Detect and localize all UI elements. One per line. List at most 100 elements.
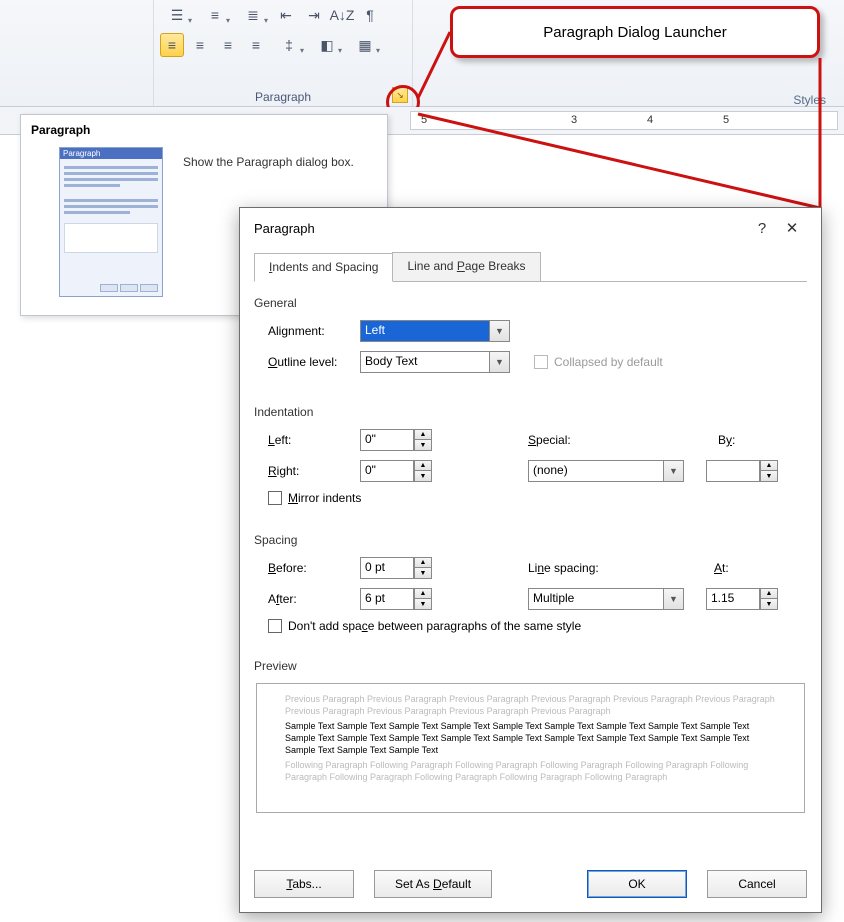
- indent-right-spinner[interactable]: 0" ▲▼: [360, 460, 432, 482]
- line-spacing-icon[interactable]: ‡: [272, 33, 306, 57]
- spin-down-icon[interactable]: ▼: [414, 440, 432, 451]
- after-value[interactable]: 6 pt: [360, 588, 414, 610]
- alignment-label: Alignment:: [268, 324, 360, 338]
- dialog-footer: Tabs... Set As Default OK Cancel: [254, 870, 807, 898]
- dialog-titlebar[interactable]: Paragraph ? ✕: [240, 208, 821, 248]
- indent-left-label: Left:: [268, 433, 360, 447]
- before-value[interactable]: 0 pt: [360, 557, 414, 579]
- tooltip-title: Paragraph: [31, 123, 377, 137]
- section-general: General: [254, 296, 807, 310]
- bullets-icon[interactable]: ☰: [160, 3, 194, 27]
- chevron-down-icon[interactable]: ▼: [664, 460, 684, 482]
- outline-combo[interactable]: Body Text ▼: [360, 351, 510, 373]
- help-button[interactable]: ?: [747, 220, 777, 237]
- multilevel-list-icon[interactable]: ≣: [236, 3, 270, 27]
- tooltip-description: Show the Paragraph dialog box.: [183, 155, 377, 169]
- special-value: (none): [528, 460, 664, 482]
- preview-follow-para: Following Paragraph Following Paragraph …: [285, 760, 776, 783]
- indent-left-spinner[interactable]: 0" ▲▼: [360, 429, 432, 451]
- spin-up-icon[interactable]: ▲: [414, 460, 432, 471]
- spin-up-icon[interactable]: ▲: [760, 460, 778, 471]
- ruler-scale[interactable]: 5 3 4 5: [410, 111, 838, 130]
- section-preview: Preview: [254, 659, 807, 673]
- increase-indent-icon[interactable]: ⇥: [302, 3, 326, 27]
- paragraph-dialog: Paragraph ? ✕ Indents and Spacing Line a…: [239, 207, 822, 913]
- borders-icon[interactable]: ▦: [348, 33, 382, 57]
- align-right-icon[interactable]: ≡: [216, 33, 240, 57]
- collapsed-label: Collapsed by default: [554, 355, 663, 369]
- tab-indents-spacing[interactable]: Indents and Spacing: [254, 253, 393, 282]
- show-marks-icon[interactable]: ¶: [358, 3, 382, 27]
- after-label: After:: [268, 592, 360, 606]
- ruler-mark: 5: [723, 114, 729, 126]
- mirror-indents-label: Mirror indents: [288, 491, 361, 505]
- line-spacing-value: Multiple: [528, 588, 664, 610]
- at-label: At:: [714, 561, 744, 575]
- decrease-indent-icon[interactable]: ⇤: [274, 3, 298, 27]
- chevron-down-icon[interactable]: ▼: [664, 588, 684, 610]
- set-default-button[interactable]: Set As Default: [374, 870, 492, 898]
- preview-sample: Sample Text Sample Text Sample Text Samp…: [285, 721, 776, 756]
- tooltip-preview-thumb: Paragraph: [59, 147, 163, 297]
- by-value[interactable]: [706, 460, 760, 482]
- justify-icon[interactable]: ≡: [244, 33, 268, 57]
- special-label: Special:: [528, 433, 588, 447]
- paragraph-dialog-launcher[interactable]: ↘: [392, 87, 408, 103]
- ruler-mark: 4: [647, 114, 653, 126]
- before-label: Before:: [268, 561, 360, 575]
- dialog-tabs: Indents and Spacing Line and Page Breaks: [254, 252, 807, 282]
- at-value[interactable]: 1.15: [706, 588, 760, 610]
- ruler-mark: 5: [421, 114, 427, 126]
- preview-prev-para: Previous Paragraph Previous Paragraph Pr…: [285, 694, 776, 717]
- section-indentation: Indentation: [254, 405, 807, 419]
- spin-up-icon[interactable]: ▲: [414, 429, 432, 440]
- align-left-icon[interactable]: ≡: [160, 33, 184, 57]
- callout-text: Paragraph Dialog Launcher: [543, 24, 726, 41]
- spin-down-icon[interactable]: ▼: [414, 471, 432, 482]
- align-center-icon[interactable]: ≡: [188, 33, 212, 57]
- after-spinner[interactable]: 6 pt ▲▼: [360, 588, 432, 610]
- preview-box: Previous Paragraph Previous Paragraph Pr…: [256, 683, 805, 813]
- no-space-label: Don't add space between paragraphs of th…: [288, 619, 581, 633]
- indent-right-value[interactable]: 0": [360, 460, 414, 482]
- alignment-value: Left: [360, 320, 490, 342]
- alignment-combo[interactable]: Left ▼: [360, 320, 510, 342]
- by-label: By:: [718, 433, 748, 447]
- cancel-button[interactable]: Cancel: [707, 870, 807, 898]
- tab-line-page-breaks[interactable]: Line and Page Breaks: [392, 252, 540, 281]
- spin-up-icon[interactable]: ▲: [760, 588, 778, 599]
- chevron-down-icon[interactable]: ▼: [490, 351, 510, 373]
- by-spinner[interactable]: ▲▼: [706, 460, 778, 482]
- spin-up-icon[interactable]: ▲: [414, 557, 432, 568]
- close-button[interactable]: ✕: [777, 219, 807, 237]
- indent-left-value[interactable]: 0": [360, 429, 414, 451]
- special-combo[interactable]: (none) ▼: [528, 460, 684, 482]
- numbering-icon[interactable]: ≡: [198, 3, 232, 27]
- spin-down-icon[interactable]: ▼: [414, 568, 432, 579]
- ruler-mark: 3: [571, 114, 577, 126]
- before-spinner[interactable]: 0 pt ▲▼: [360, 557, 432, 579]
- mirror-indents-checkbox[interactable]: [268, 491, 282, 505]
- outline-value: Body Text: [360, 351, 490, 373]
- spin-down-icon[interactable]: ▼: [760, 471, 778, 482]
- spin-down-icon[interactable]: ▼: [414, 599, 432, 610]
- at-spinner[interactable]: 1.15 ▲▼: [706, 588, 778, 610]
- spin-up-icon[interactable]: ▲: [414, 588, 432, 599]
- line-spacing-label: Line spacing:: [528, 561, 638, 575]
- spin-down-icon[interactable]: ▼: [760, 599, 778, 610]
- dialog-title: Paragraph: [254, 221, 747, 236]
- shading-icon[interactable]: ◧: [310, 33, 344, 57]
- section-spacing: Spacing: [254, 533, 807, 547]
- chevron-down-icon[interactable]: ▼: [490, 320, 510, 342]
- collapsed-checkbox: [534, 355, 548, 369]
- tabs-button[interactable]: Tabs...: [254, 870, 354, 898]
- line-spacing-combo[interactable]: Multiple ▼: [528, 588, 684, 610]
- no-space-checkbox[interactable]: [268, 619, 282, 633]
- paragraph-ribbon-group: ☰ ≡ ≣ ⇤ ⇥ A↓Z ¶ ≡ ≡ ≡ ≡ ‡ ◧ ▦ Paragraph …: [153, 0, 413, 106]
- callout-label: Paragraph Dialog Launcher: [450, 6, 820, 58]
- sort-icon[interactable]: A↓Z: [330, 3, 354, 27]
- styles-group-label: Styles: [793, 93, 826, 107]
- ribbon-group-label: Paragraph: [154, 90, 412, 104]
- ok-button[interactable]: OK: [587, 870, 687, 898]
- indent-right-label: Right:: [268, 464, 360, 478]
